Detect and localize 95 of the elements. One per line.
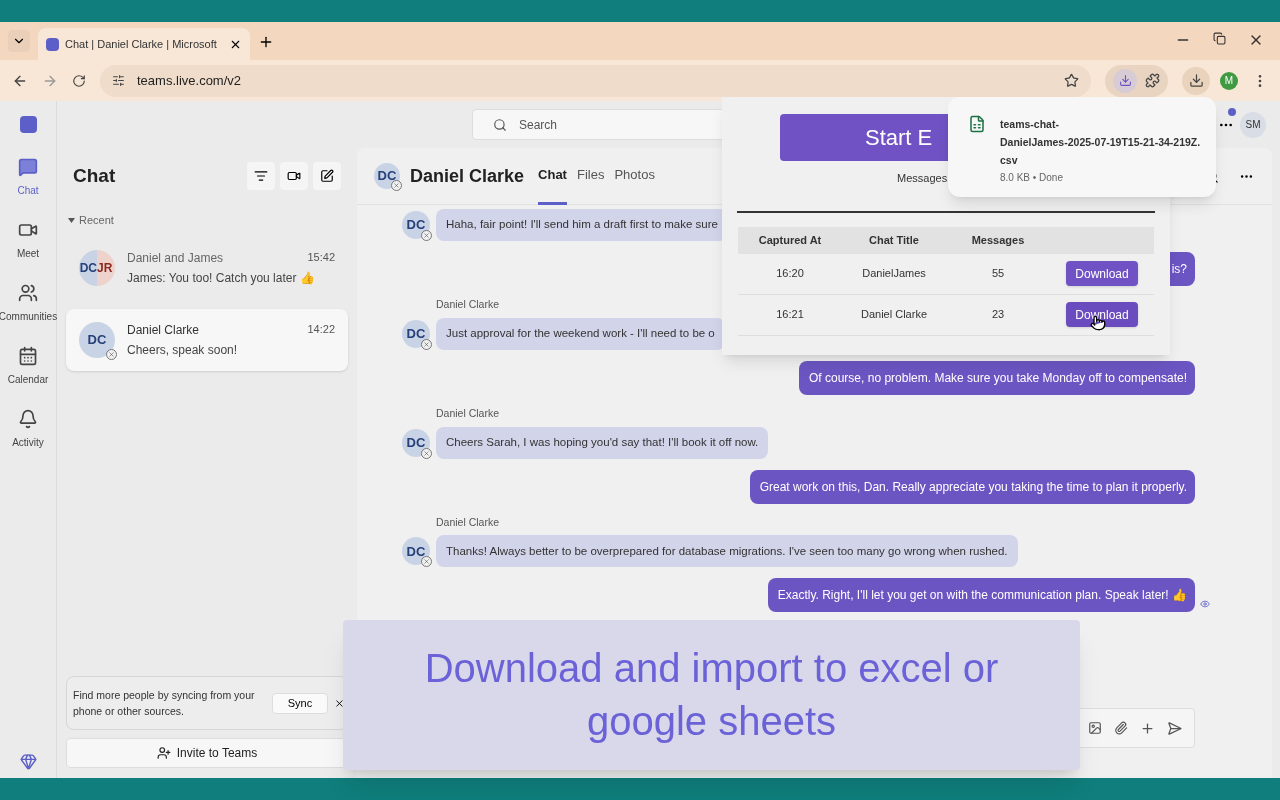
avatar: DC	[402, 211, 430, 239]
table-cell-text: 55	[990, 266, 1006, 282]
activity-icon	[18, 409, 38, 429]
author-name: Daniel Clarke	[436, 514, 500, 530]
sync-button[interactable]: Sync	[271, 692, 329, 714]
status-text: Messages	[897, 171, 948, 186]
avatar: DC	[402, 428, 430, 457]
calendar-icon	[18, 346, 38, 366]
tab-list-button[interactable]	[8, 30, 30, 52]
spreadsheet-file-icon	[968, 115, 986, 133]
bookmark-icon[interactable]	[1064, 73, 1079, 88]
close-icon[interactable]	[334, 697, 345, 709]
communities-icon	[18, 283, 38, 303]
compose-icon	[320, 169, 334, 183]
download-icon	[1118, 74, 1132, 87]
status-icon	[421, 338, 432, 350]
search-icon	[493, 117, 507, 132]
chat-name: Daniel Clarke	[127, 321, 200, 339]
status-icon	[421, 556, 432, 568]
avatar: DC	[402, 319, 430, 348]
message-bubble: Cheers Sarah, I was hoping you'd say that! I'll book it off now.	[436, 426, 769, 459]
address-bar[interactable]: teams.live.com/v2	[100, 64, 1091, 97]
premium-icon[interactable]	[19, 753, 37, 770]
message-bubble: Of course, no problem. Make sure you take Monday off to compensate!	[799, 360, 1195, 395]
message-bubble: Just approval for the weekend work - I'll need to be o	[436, 317, 725, 350]
download-button[interactable]: Download	[1066, 302, 1138, 327]
send-icon[interactable]	[1167, 720, 1182, 736]
filter-button[interactable]	[247, 162, 275, 190]
chat-list-item[interactable]: DC Daniel Clarke 14:22 Cheers, speak soon!	[66, 308, 348, 371]
attach-icon[interactable]	[1114, 721, 1128, 735]
url-text: teams.live.com/v2	[137, 71, 242, 90]
new-chat-button[interactable]	[313, 162, 341, 190]
download-icon	[1188, 73, 1204, 88]
author-name: Daniel Clarke	[436, 297, 500, 312]
chat-list-title: Chat	[73, 163, 116, 188]
conversation-title: Daniel Clarke	[410, 164, 525, 188]
table-cell-text: 16:21	[775, 307, 805, 323]
chat-time: 14:22	[307, 321, 335, 337]
video-icon	[287, 169, 301, 183]
extension-icon[interactable]	[1113, 68, 1137, 93]
plus-icon[interactable]	[1140, 720, 1155, 736]
rail-item[interactable]: Chat	[0, 157, 56, 198]
avatar: DC	[374, 163, 400, 189]
avatar: DC	[402, 537, 430, 566]
reload-icon[interactable]	[72, 73, 86, 88]
message-bubble: Great work on this, Dan. Really appreciate you taking the time to plan it properly.	[749, 469, 1195, 504]
chat-icon	[18, 157, 38, 177]
rail-item[interactable]: Communities	[0, 283, 56, 324]
add-person-icon	[156, 746, 171, 760]
file-name: teams-chat- DanielJames-2025-07-19T15-21-34-219Z. csv	[1000, 117, 1201, 168]
chat-time: 15:42	[307, 249, 335, 265]
status-icon	[421, 230, 432, 241]
image-icon[interactable]	[1088, 721, 1102, 735]
download-button[interactable]	[1182, 66, 1210, 95]
message-bubble: Exactly. Right, I'll let you get on with the communication plan. Speak later! 👍	[767, 578, 1195, 613]
tab-title: Chat | Daniel Clarke | Microsoft	[65, 36, 218, 52]
rail-item[interactable]: Meet	[0, 220, 56, 261]
chat-preview: James: You too! Catch you later 👍	[127, 269, 316, 287]
table-cell-text: 23	[990, 307, 1006, 323]
download-button[interactable]: Download	[1066, 261, 1138, 286]
table-cell-text: Daniel Clarke	[860, 307, 928, 323]
section-header[interactable]: Recent	[66, 212, 348, 229]
column-header: Chat Title	[868, 232, 920, 248]
site-info-icon[interactable]	[112, 74, 125, 87]
new-tab-icon[interactable]	[258, 34, 274, 50]
column-header: Captured At	[757, 232, 823, 248]
sync-text: Find more people by syncing from your phone or other sources.	[73, 688, 256, 719]
status-icon	[391, 180, 402, 191]
avatar: DC	[79, 321, 115, 358]
chat-name: Daniel and James	[127, 249, 224, 267]
column-header: Messages	[970, 232, 1026, 248]
message-bubble: Thanks! Always better to be overprepared for database migrations. I've seen too many go wrong when rushed.	[436, 535, 1018, 568]
extensions-icon[interactable]	[1145, 73, 1160, 88]
conversation-tab[interactable]: Photos	[614, 147, 655, 205]
filter-icon	[254, 169, 268, 183]
conversation-tab[interactable]: Chat	[538, 147, 567, 205]
rail-item[interactable]: Calendar	[0, 346, 56, 387]
video-call-button[interactable]	[280, 162, 308, 190]
chat-list-item[interactable]: DCJR Daniel and James 15:42 James: You too! Catch you later 👍	[66, 236, 348, 299]
read-receipt-icon	[1200, 599, 1210, 610]
caption-text: Download and import to excel or google sheets	[423, 645, 1000, 745]
status-icon	[106, 348, 117, 360]
restore-icon[interactable]	[1213, 32, 1226, 45]
conversation-tab[interactable]: Files	[576, 147, 605, 205]
table-cell-text: DanielJames	[861, 266, 927, 282]
download-status: 8.0 KB • Done	[1000, 171, 1064, 185]
profile-avatar[interactable]: M	[1220, 71, 1238, 90]
caret-icon	[68, 217, 75, 223]
browser-tab[interactable]: Chat | Daniel Clarke | Microsoft	[38, 28, 250, 60]
user-avatar[interactable]: SM	[1240, 111, 1266, 138]
table-cell-text: 16:20	[775, 266, 805, 282]
rail-item[interactable]: Activity	[0, 409, 56, 450]
status-icon	[421, 447, 432, 459]
chat-preview: Cheers, speak soon!	[127, 341, 239, 359]
author-name: Daniel Clarke	[436, 405, 500, 421]
